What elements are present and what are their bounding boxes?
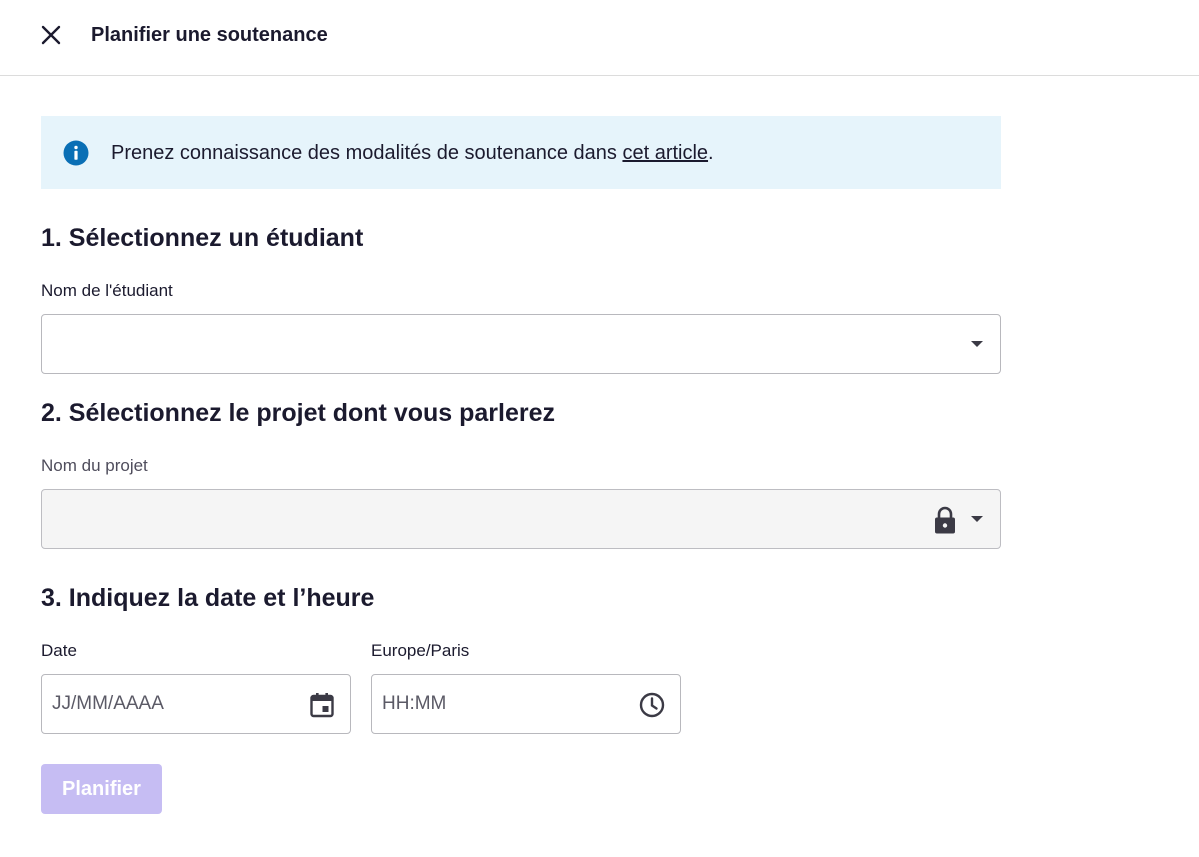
- chevron-down-icon: [971, 516, 983, 522]
- info-text-after: .: [708, 142, 714, 164]
- chevron-down-icon: [971, 341, 983, 347]
- step3-title: 3. Indiquez la date et l’heure: [41, 584, 375, 612]
- project-select: [41, 489, 1001, 549]
- date-input[interactable]: [42, 675, 350, 733]
- info-banner: Prenez connaissance des modalités de sou…: [41, 116, 1001, 189]
- project-name-label: Nom du projet: [41, 456, 148, 475]
- step1-title: 1. Sélectionnez un étudiant: [41, 224, 364, 252]
- time-field[interactable]: [371, 674, 681, 734]
- schedule-button[interactable]: Planifier: [41, 764, 162, 814]
- close-button[interactable]: [36, 20, 66, 50]
- info-text: Prenez connaissance des modalités de sou…: [111, 140, 714, 166]
- time-input[interactable]: [372, 675, 680, 733]
- lock-icon: [935, 506, 955, 534]
- calendar-icon[interactable]: [308, 691, 336, 719]
- page-title: Planifier une soutenance: [91, 24, 328, 46]
- modal-header: Planifier une soutenance: [0, 0, 1199, 76]
- student-select[interactable]: [41, 314, 1001, 374]
- info-text-before: Prenez connaissance des modalités de sou…: [111, 142, 623, 164]
- step2-title: 2. Sélectionnez le projet dont vous parl…: [41, 399, 556, 427]
- student-name-label: Nom de l'étudiant: [41, 281, 173, 300]
- date-label: Date: [41, 641, 77, 660]
- info-icon: [63, 140, 89, 166]
- close-icon: [41, 25, 61, 45]
- timezone-label: Europe/Paris: [371, 641, 470, 660]
- date-field[interactable]: [41, 674, 351, 734]
- clock-icon[interactable]: [638, 691, 666, 719]
- article-link[interactable]: cet article: [622, 142, 708, 164]
